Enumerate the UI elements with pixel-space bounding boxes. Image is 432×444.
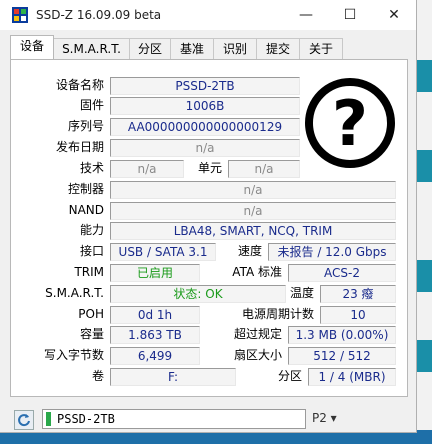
tab-identify[interactable]: 识别 — [213, 38, 257, 59]
overprovision-label: 超过规定 — [233, 327, 282, 341]
tab-smart[interactable]: S.M.A.R.T. — [53, 38, 130, 59]
tab-submit[interactable]: 提交 — [256, 38, 300, 59]
refresh-icon[interactable] — [14, 410, 34, 430]
drive-selector-text: PSSD-2TB — [57, 412, 115, 426]
window-title: SSD-Z 16.09.09 beta — [36, 8, 162, 22]
ata-label: ATA 标准 — [232, 265, 282, 279]
capacity-value: 1.863 TB — [110, 326, 200, 344]
release-date-value: n/a — [110, 139, 300, 157]
interface-value: USB / SATA 3.1 — [110, 243, 216, 261]
controller-value: n/a — [110, 181, 396, 199]
volume-value: F: — [110, 368, 236, 386]
question-mark-icon: ? — [304, 77, 396, 169]
poh-label: POH — [78, 307, 104, 321]
device-name-label: 设备名称 — [55, 78, 104, 92]
drive-selector[interactable]: PSSD-2TB — [42, 409, 306, 429]
speed-value: 未报告 / 12.0 Gbps — [268, 243, 396, 261]
bytes-written-label: 写入字节数 — [43, 348, 104, 362]
serial-value: AA000000000000000129 — [110, 118, 300, 136]
sector-size-label: 扇区大小 — [233, 348, 282, 362]
tab-device[interactable]: 设备 — [10, 35, 54, 59]
sector-size-value: 512 / 512 — [288, 347, 396, 365]
technology-label: 技术 — [79, 161, 104, 175]
tab-benchmark[interactable]: 基准 — [170, 38, 214, 59]
controller-label: 控制器 — [67, 182, 104, 196]
cells-value: n/a — [228, 160, 300, 178]
temperature-value: 23 癈 — [320, 285, 396, 303]
title-bar[interactable]: SSD-Z 16.09.09 beta — ☐ ✕ — [0, 0, 416, 30]
cells-label: 单元 — [197, 161, 222, 175]
trim-value: 已启用 — [110, 264, 200, 282]
firmware-value: 1006B — [110, 97, 300, 115]
nand-value: n/a — [110, 202, 396, 220]
bytes-written-value: 6,499 — [110, 347, 200, 365]
power-cycles-value: 10 — [320, 306, 396, 324]
power-cycles-label: 电源周期计数 — [241, 307, 314, 321]
serial-label: 序列号 — [67, 119, 104, 133]
overprovision-value: 1.3 MB (0.00%) — [288, 326, 396, 344]
partition-value: 1 / 4 (MBR) — [308, 368, 396, 386]
temperature-label: 温度 — [289, 286, 314, 300]
close-button[interactable]: ✕ — [372, 0, 416, 30]
firmware-label: 固件 — [79, 98, 104, 112]
smart-label: S.M.A.R.T. — [45, 286, 104, 300]
nand-label: NAND — [68, 203, 104, 217]
speed-label: 速度 — [237, 244, 262, 258]
ata-value: ACS-2 — [288, 264, 396, 282]
drive-health-indicator — [46, 412, 51, 426]
ssdz-window: SSD-Z 16.09.09 beta — ☐ ✕ 设备 S.M.A.R.T. … — [0, 0, 417, 433]
trim-label: TRIM — [74, 265, 104, 279]
tab-about[interactable]: 关于 — [299, 38, 343, 59]
capacity-label: 容量 — [79, 327, 104, 341]
device-name-value: PSSD-2TB — [110, 77, 300, 95]
minimize-button[interactable]: — — [284, 0, 328, 30]
svg-text:?: ? — [332, 87, 368, 160]
volume-label: 卷 — [91, 369, 104, 383]
capabilities-value: LBA48, SMART, NCQ, TRIM — [110, 222, 396, 240]
maximize-button[interactable]: ☐ — [328, 0, 372, 30]
status-bar: PSSD-2TB P2 ▾ — [0, 404, 416, 432]
status-right-text: P2 ▾ — [312, 411, 337, 425]
release-date-label: 发布日期 — [55, 140, 104, 154]
technology-value: n/a — [110, 160, 184, 178]
smart-status-value: 状态: OK — [110, 285, 286, 303]
capabilities-label: 能力 — [79, 223, 104, 237]
tab-partition[interactable]: 分区 — [129, 38, 171, 59]
partition-label: 分区 — [277, 369, 302, 383]
interface-label: 接口 — [79, 244, 104, 258]
ssd-z-app-icon — [12, 7, 28, 23]
poh-value: 0d 1h — [110, 306, 200, 324]
